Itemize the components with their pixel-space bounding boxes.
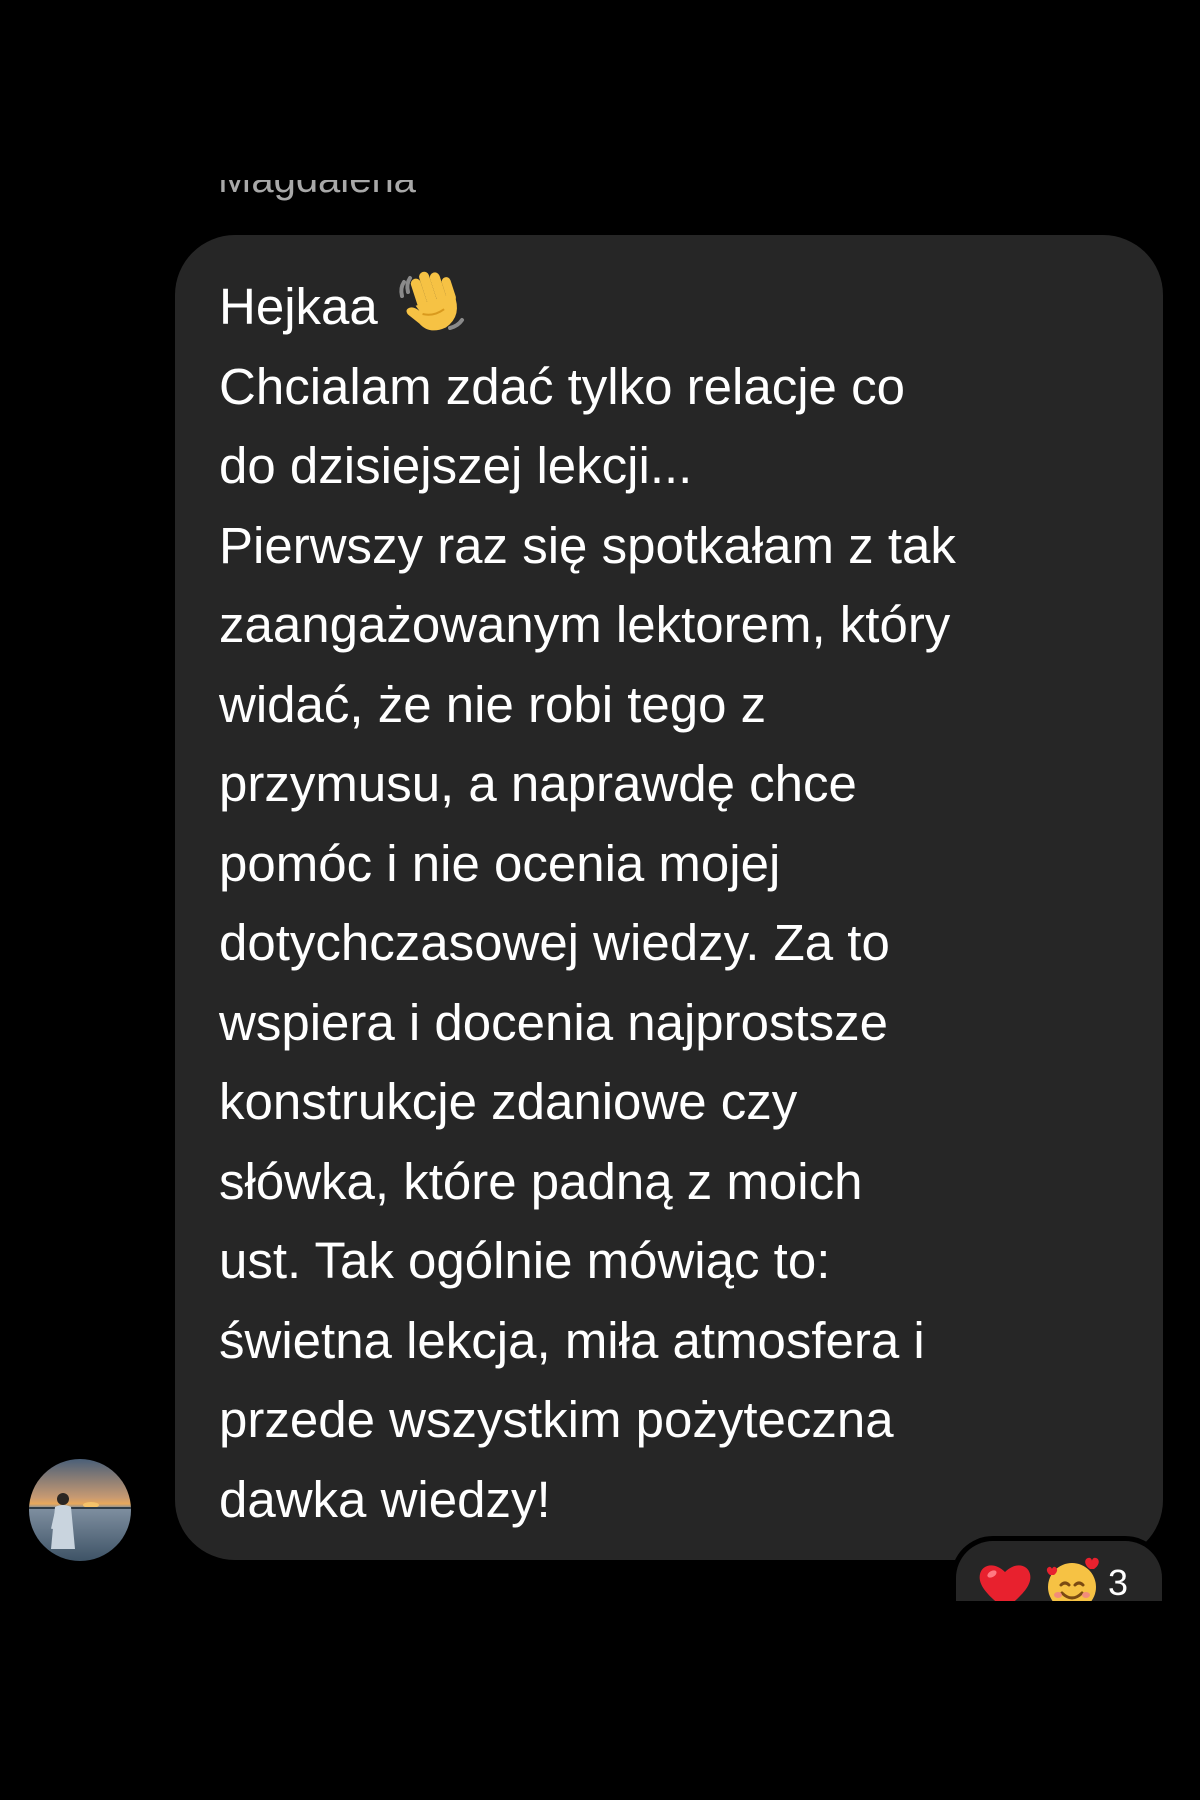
message-line: przede wszystkim pożyteczna [219, 1391, 894, 1448]
message-line: zaangażowanym lektorem, który [219, 596, 951, 653]
message-line: do dzisiejszej lekcji... [219, 437, 693, 494]
message-line: widać, że nie robi tego z [219, 675, 767, 733]
message-bubble[interactable]: Hejkaa Chcialam zdać tylko relacje co do… [175, 235, 1163, 1560]
sender-name-text: Magdalena [218, 180, 416, 204]
message-line: dawka wiedzy! [219, 1470, 551, 1528]
message-line: pomóc i nie ocenia mojej [219, 834, 781, 892]
message-line: wspiera i docenia najprostsze [219, 993, 889, 1051]
smiling-face-with-hearts-icon [1042, 1555, 1102, 1601]
message-line: przymusu, a naprawdę chce [219, 755, 857, 812]
message-line: Hejkaa [219, 266, 1133, 347]
sender-avatar[interactable] [29, 1459, 131, 1561]
sender-name: Magdalena [218, 180, 416, 218]
reaction-count: 3 [1108, 1562, 1129, 1602]
message-line: dotychczasowej wiedzy. Za to [219, 914, 890, 971]
reactions-pill[interactable]: 3 [951, 1536, 1167, 1601]
message-line: konstrukcje zdaniowe czy [219, 1073, 798, 1130]
red-heart-icon [978, 1561, 1032, 1601]
message-line: słówka, które padną z moich [219, 1152, 863, 1210]
message-line: Chcialam zdać tylko relacje co [219, 357, 905, 415]
waving-hand-icon [396, 266, 468, 338]
message-line: Pierwszy raz się spotkałam z tak [219, 516, 956, 574]
message-line-text: Hejkaa [219, 278, 378, 335]
message-line: świetna lekcja, miła atmosfera i [219, 1311, 925, 1369]
message-line: ust. Tak ogólnie mówiąc to: [219, 1232, 831, 1289]
